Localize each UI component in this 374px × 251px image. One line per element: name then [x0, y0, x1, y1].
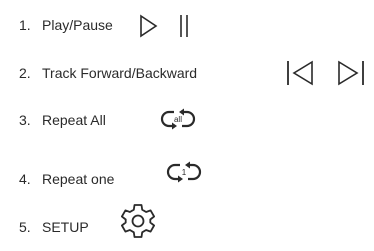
- control-legend: 1. Play/Pause 2. Track Forward/Backward …: [0, 0, 374, 251]
- item-label: Track Forward/Backward: [42, 65, 198, 81]
- item-number: 1.: [19, 17, 31, 33]
- track-backward-icon: [287, 60, 313, 86]
- legend-item-play-pause: 1. Play/Pause: [0, 10, 374, 50]
- item-number: 2.: [19, 65, 31, 81]
- legend-item-track: 2. Track Forward/Backward: [0, 55, 374, 95]
- play-icon: [140, 14, 158, 38]
- repeat-all-icon: all: [160, 108, 196, 130]
- item-number: 4.: [19, 171, 31, 187]
- item-number: 3.: [19, 112, 31, 128]
- item-label: Repeat one: [42, 171, 115, 187]
- legend-item-repeat-one: 4. Repeat one 1: [0, 151, 374, 191]
- gear-icon: [121, 204, 155, 238]
- item-label: SETUP: [42, 219, 89, 235]
- track-forward-icon: [338, 60, 364, 86]
- pause-icon: [180, 15, 188, 37]
- legend-item-setup: 5. SETUP: [0, 196, 374, 238]
- repeat-one-icon-text: 1: [182, 168, 187, 177]
- item-number: 5.: [19, 219, 31, 235]
- item-label: Repeat All: [42, 112, 106, 128]
- repeat-one-icon: 1: [166, 161, 202, 183]
- item-label: Play/Pause: [42, 17, 113, 33]
- legend-item-repeat-all: 3. Repeat All all: [0, 103, 374, 143]
- repeat-all-icon-text: all: [174, 115, 182, 124]
